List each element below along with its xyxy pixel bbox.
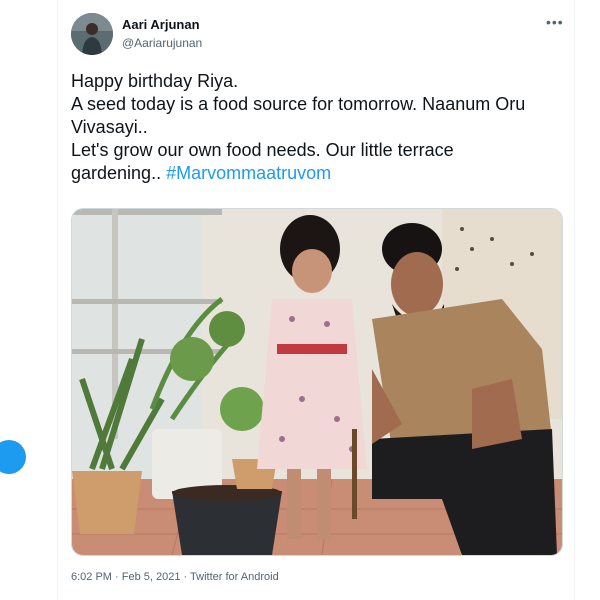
- timeline-right-border: [574, 0, 575, 600]
- tweet: Aari Arjunan @Aariarujunan ••• Happy bir…: [58, 0, 574, 600]
- meta-separator: ·: [180, 571, 191, 583]
- user-name[interactable]: Aari Arjunan: [122, 17, 200, 32]
- meta-separator: ·: [111, 571, 122, 583]
- tweet-photo[interactable]: [71, 208, 563, 556]
- tweet-line: A seed today is a food source for tomorr…: [71, 94, 526, 137]
- tweet-line: Happy birthday Riya.: [71, 71, 239, 91]
- more-options-icon[interactable]: •••: [546, 14, 564, 30]
- user-handle[interactable]: @Aariarujunan: [122, 36, 202, 50]
- tweet-text: Happy birthday Riya. A seed today is a f…: [71, 70, 531, 185]
- tweet-source-link[interactable]: Twitter for Android: [190, 571, 279, 583]
- tweet-time[interactable]: 6:02 PM: [71, 571, 112, 583]
- avatar-image: [71, 13, 113, 55]
- floating-action-button[interactable]: [0, 440, 26, 474]
- terrace-garden-photo: [72, 209, 562, 555]
- hashtag-link[interactable]: #Marvommaatruvom: [166, 163, 331, 183]
- tweet-meta: 6:02 PM · Feb 5, 2021 · Twitter for Andr…: [71, 571, 279, 583]
- tweet-date[interactable]: Feb 5, 2021: [122, 571, 181, 583]
- avatar[interactable]: [71, 13, 113, 55]
- tweet-line: Let's grow our own food needs. Our littl…: [71, 139, 531, 185]
